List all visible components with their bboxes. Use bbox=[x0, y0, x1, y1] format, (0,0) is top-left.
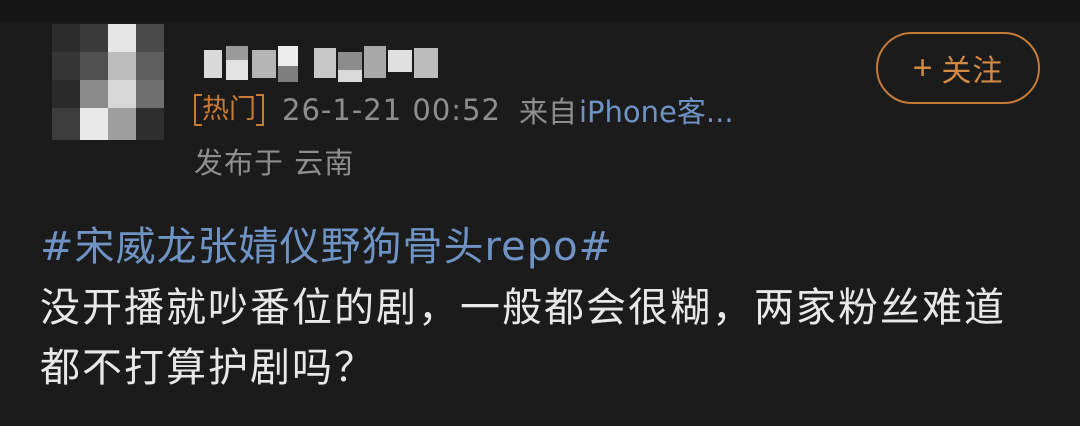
topic-hashtag-link[interactable]: #宋威龙张婧仪野狗骨头repo# bbox=[40, 214, 613, 272]
post-body-text: 没开播就吵番位的剧，一般都会很糊，两家粉丝难道都不打算护剧吗？ bbox=[40, 285, 1006, 391]
follow-button[interactable]: + 关注 bbox=[876, 32, 1040, 104]
source-client-link[interactable]: iPhone客... bbox=[579, 89, 734, 131]
post-location: 发布于 云南 bbox=[194, 146, 355, 180]
follow-button-label: 关注 bbox=[941, 55, 1004, 88]
plus-icon: + bbox=[912, 49, 934, 87]
avatar[interactable] bbox=[52, 24, 164, 140]
source-prefix: 来自 bbox=[518, 95, 577, 129]
post-timestamp: 26-1-21 00:52 bbox=[282, 93, 501, 127]
username-redacted[interactable] bbox=[196, 42, 446, 88]
hot-badge: 热门 bbox=[194, 92, 264, 128]
post-meta: 热门 26-1-21 00:52 来自 iPhone客... bbox=[194, 90, 734, 130]
weibo-post: + 关注 热门 26-1-21 00:52 来自 iPhone客... 发布于 … bbox=[0, 0, 1080, 426]
top-divider bbox=[0, 0, 1080, 22]
